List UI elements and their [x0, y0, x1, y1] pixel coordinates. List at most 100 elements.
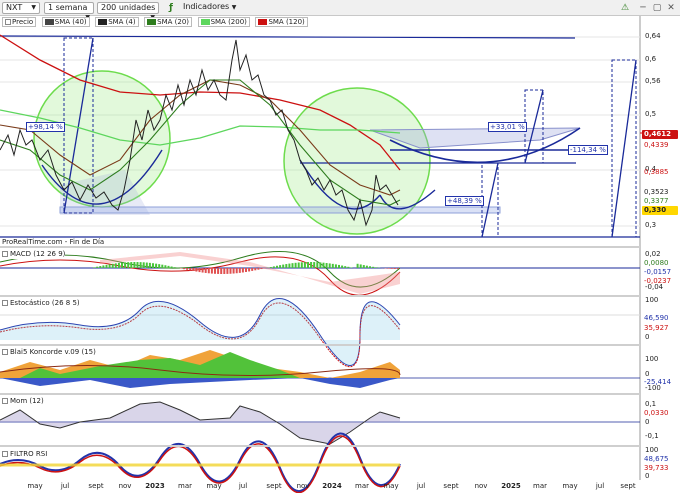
pct-annotation: -114,34 %: [568, 145, 608, 155]
stochastic-pane: [0, 298, 640, 368]
x-tick: 2024: [322, 482, 342, 490]
macd-bar: [338, 264, 340, 268]
macd-bar: [108, 264, 111, 268]
macd-bar: [288, 263, 291, 268]
macd-bar: [294, 262, 297, 268]
macd-tag: -0,0157: [644, 268, 672, 276]
macd-bar: [341, 265, 344, 268]
macd-bar: [105, 264, 108, 268]
macd-bar: [393, 268, 396, 269]
macd-bar: [319, 262, 322, 268]
macd-bar: [96, 266, 99, 268]
pct-annotation: +48,39 %: [445, 196, 484, 206]
macd-bar: [114, 263, 117, 268]
macd-bar: [217, 268, 220, 274]
macd-bar: [186, 268, 189, 270]
axis-tick: 0,6: [645, 55, 657, 63]
macd-bar: [183, 268, 185, 270]
macd-pane: [0, 251, 640, 296]
macd-bar: [238, 268, 241, 273]
macd-bar: [102, 265, 105, 268]
source-label: ProRealTime.com - Fin de Día: [2, 238, 105, 246]
macd-bar: [390, 268, 393, 269]
macd-bar: [303, 262, 306, 268]
x-tick: nov: [296, 482, 310, 490]
stochastic-title[interactable]: Estocástico (26 8 5): [2, 298, 80, 308]
macd-bar: [356, 263, 359, 268]
x-tick: may: [206, 482, 222, 490]
koncorde-title[interactable]: Blai5 Koncorde v.09 (15): [2, 347, 96, 357]
pct-annotation: +98,14 %: [26, 122, 65, 132]
x-tick: 2025: [501, 482, 521, 490]
macd-bar: [152, 263, 154, 268]
macd-bar: [269, 267, 272, 268]
macd-bar: [369, 266, 371, 268]
macd-bar: [99, 266, 102, 268]
macd-bar: [167, 265, 170, 268]
macd-bar: [310, 262, 313, 268]
macd-bar: [322, 262, 325, 268]
settings-icon: [2, 451, 8, 457]
price-tag: 0,3523: [644, 188, 669, 196]
macd-bar: [207, 268, 210, 274]
momentum-title[interactable]: Mom (12): [2, 396, 44, 406]
x-tick: may: [383, 482, 399, 490]
stoch-tag: 35,927: [644, 324, 669, 332]
macd-tag: 0,0080: [644, 259, 669, 267]
macd-bar: [136, 262, 139, 268]
koncorde-tag: -25,414: [644, 378, 672, 386]
macd-bar: [139, 262, 142, 268]
axis-tick: 0,56: [645, 77, 661, 85]
macd-bar: [251, 268, 254, 271]
pct-annotation: +33,01 %: [488, 122, 527, 132]
macd-bar: [124, 262, 127, 268]
macd-bar: [155, 263, 158, 268]
pane-title-text: Mom (12): [10, 397, 44, 405]
x-tick: sept: [443, 482, 459, 490]
macd-bar: [111, 263, 114, 268]
macd-bar: [387, 268, 390, 269]
support-band: [59, 206, 501, 214]
axis-tick: 100: [645, 296, 659, 304]
settings-icon: [2, 300, 8, 306]
price-tag: 0,3885: [644, 168, 669, 176]
pane-title-text: FILTRO RSI: [10, 450, 48, 458]
macd-bar: [316, 262, 319, 268]
axis-tick: 0,3: [645, 221, 657, 229]
macd-title[interactable]: MACD (12 26 9): [2, 249, 66, 259]
price-tag: 0,4612: [642, 130, 678, 139]
x-tick: jul: [238, 482, 248, 490]
macd-bar: [214, 268, 216, 274]
koncorde-pane: [0, 350, 640, 388]
macd-bar: [307, 262, 309, 268]
macd-bar: [260, 268, 263, 270]
macd-bar: [285, 264, 288, 268]
macd-bar: [350, 267, 353, 268]
macd-bar: [229, 268, 232, 274]
macd-bar: [195, 268, 198, 272]
macd-bar: [344, 266, 347, 268]
axis-tick: 0: [645, 333, 650, 341]
momentum-pane: [0, 401, 640, 445]
macd-bar: [117, 262, 120, 268]
x-tick: may: [562, 482, 578, 490]
axis-tick: 0,5: [645, 110, 657, 118]
macd-bar: [282, 264, 285, 268]
macd-bar: [347, 266, 350, 268]
rsi-tag: 39,733: [644, 464, 669, 472]
macd-bar: [161, 264, 164, 268]
rsi-title[interactable]: FILTRO RSI: [2, 449, 48, 459]
macd-bar: [328, 263, 331, 268]
macd-bar: [297, 262, 300, 268]
macd-bar: [254, 268, 257, 271]
price-tag-current: 0,330: [642, 206, 678, 215]
axis-tick: 0: [645, 472, 650, 480]
macd-bar: [372, 266, 375, 268]
macd-bar: [272, 266, 275, 268]
x-tick: jul: [60, 482, 70, 490]
axis-tick: 0,1: [645, 400, 657, 408]
macd-bar: [365, 265, 368, 268]
x-tick: jul: [595, 482, 605, 490]
settings-icon: [2, 349, 8, 355]
macd-bar: [170, 266, 173, 268]
